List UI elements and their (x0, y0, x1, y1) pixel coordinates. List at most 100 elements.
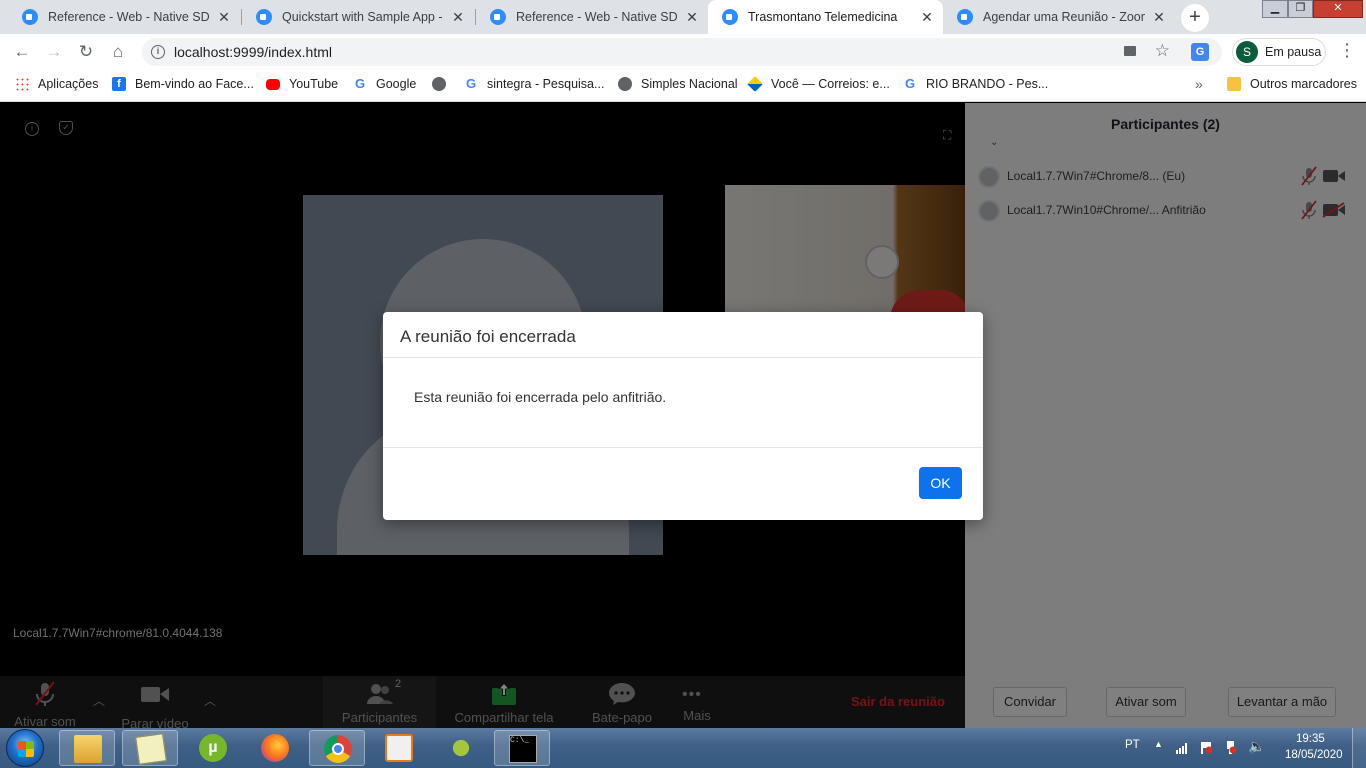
zoom-favicon-icon (722, 9, 738, 25)
android-studio-icon (447, 734, 475, 762)
bookmark-label: Google (376, 77, 417, 91)
tab-title: Reference - Web - Native SDKs (48, 10, 210, 24)
language-indicator[interactable]: PT (1125, 739, 1140, 751)
tab-reference-web-2[interactable]: Reference - Web - Native SDKs ✕ (476, 0, 708, 34)
volume-icon[interactable]: 🔈 (1248, 738, 1265, 755)
zoom-favicon-icon (22, 9, 38, 25)
new-tab-button[interactable]: + (1181, 4, 1209, 32)
bookmark-label: Simples Nacional (641, 77, 738, 91)
tab-reference-web-1[interactable]: Reference - Web - Native SDKs ✕ (8, 0, 240, 34)
bookmark-label: YouTube (289, 77, 339, 91)
address-bar[interactable]: i localhost:9999/index.html ☆ (142, 38, 1222, 66)
close-icon[interactable]: ✕ (1151, 9, 1167, 26)
bookmark-rio-brando[interactable]: G RIO BRANDO - Pes... (903, 77, 1048, 91)
browser-toolbar: ← → ↻ ⌂ i localhost:9999/index.html ☆ G … (0, 34, 1366, 70)
bookmark-facebook[interactable]: f Bem-vindo ao Face... (112, 77, 254, 91)
tab-title: Quickstart with Sample App - G (282, 10, 444, 24)
taskbar-notepad[interactable] (122, 730, 178, 766)
correios-icon (747, 76, 763, 92)
taskbar-cmd[interactable]: C:\_ (494, 730, 550, 766)
close-icon[interactable]: ✕ (684, 9, 700, 26)
taskbar-media-player[interactable] (371, 730, 427, 766)
close-icon[interactable]: ✕ (919, 9, 935, 26)
browser-tab-strip: Reference - Web - Native SDKs ✕ Quicksta… (0, 0, 1366, 34)
command-prompt-icon: C:\_ (509, 735, 537, 763)
windows-taskbar: µ C:\_ PT ▲ 🔈 19:35 18/05/2020 (0, 728, 1366, 768)
bookmark-google[interactable]: G Google (353, 77, 416, 91)
clock-date[interactable]: 18/05/2020 (1285, 749, 1343, 761)
action-center-flag-icon[interactable] (1200, 741, 1213, 754)
bookmarks-bar: Aplicações f Bem-vindo ao Face... YouTub… (0, 70, 1366, 102)
google-icon: G (353, 76, 367, 91)
taskbar-android-studio[interactable] (433, 730, 489, 766)
media-player-icon (385, 734, 413, 762)
camera-in-use-icon[interactable] (1124, 46, 1136, 56)
zoom-favicon-icon (256, 9, 272, 25)
bookmark-sintegra[interactable]: G sintegra - Pesquisa... (464, 77, 604, 91)
taskbar-chrome[interactable] (309, 730, 365, 766)
bookmark-label: Você — Correios: e... (771, 77, 890, 91)
bookmark-youtube[interactable]: YouTube (266, 77, 338, 91)
browser-menu-icon[interactable]: ⋮ (1338, 40, 1356, 61)
clock-time[interactable]: 19:35 (1296, 733, 1325, 745)
bookmark-correios[interactable]: Você — Correios: e... (747, 76, 890, 92)
tab-quickstart[interactable]: Quickstart with Sample App - G ✕ (242, 0, 474, 34)
facebook-icon: f (112, 77, 126, 91)
utorrent-icon: µ (199, 734, 227, 762)
notepad-icon (135, 733, 167, 765)
tab-title: Reference - Web - Native SDKs (516, 10, 678, 24)
tab-agendar-reuniao[interactable]: Agendar uma Reunião - Zoom ✕ (943, 0, 1175, 34)
maximize-window-button[interactable]: ❐ (1288, 0, 1313, 18)
taskbar-utorrent[interactable]: µ (185, 730, 241, 766)
start-button[interactable] (6, 729, 44, 767)
avatar: S (1236, 41, 1258, 63)
bookmark-label: Aplicações (38, 77, 99, 91)
tab-title: Trasmontano Telemedicina (748, 10, 898, 24)
bookmark-label: Outros marcadores (1250, 77, 1357, 91)
youtube-icon (266, 78, 280, 90)
show-desktop-button[interactable] (1352, 728, 1366, 768)
site-info-icon[interactable]: i (151, 45, 165, 59)
taskbar-firefox[interactable] (247, 730, 303, 766)
bookmark-simples-nacional[interactable]: Simples Nacional (618, 77, 738, 91)
minimize-window-button[interactable]: ▁ (1262, 0, 1288, 18)
apps-grid-icon (15, 77, 29, 91)
globe-icon (618, 77, 632, 91)
profile-status-label: Em pausa (1265, 45, 1322, 59)
windows-logo-icon (18, 741, 34, 757)
dialog-divider (383, 357, 983, 358)
translate-icon[interactable]: G (1191, 43, 1209, 61)
zoom-favicon-icon (490, 9, 506, 25)
usb-device-icon[interactable] (1224, 741, 1237, 754)
bookmark-other[interactable]: Outros marcadores (1227, 77, 1357, 91)
dialog-divider (383, 447, 983, 448)
zoom-favicon-icon (957, 9, 973, 25)
bookmark-globe[interactable] (432, 77, 455, 91)
meeting-ended-dialog: A reunião foi encerrada Esta reunião foi… (383, 312, 983, 520)
forward-arrow-icon[interactable]: → (42, 40, 66, 64)
folder-icon (1227, 77, 1241, 91)
close-icon[interactable]: ✕ (450, 9, 466, 26)
google-icon: G (464, 76, 478, 91)
close-icon[interactable]: ✕ (216, 9, 232, 26)
url-text[interactable]: localhost:9999/index.html (174, 44, 332, 60)
tab-title: Agendar uma Reunião - Zoom (983, 10, 1145, 24)
bookmark-star-icon[interactable]: ☆ (1155, 41, 1170, 61)
reload-icon[interactable]: ↻ (74, 40, 98, 64)
tab-trasmontano[interactable]: Trasmontano Telemedicina ✕ (708, 0, 943, 34)
dialog-message: Esta reunião foi encerrada pelo anfitriã… (414, 389, 667, 405)
taskbar-explorer[interactable] (59, 730, 115, 766)
more-bookmarks-icon[interactable]: » (1195, 76, 1203, 92)
close-window-button[interactable]: ✕ (1313, 0, 1363, 18)
globe-icon (432, 77, 446, 91)
show-hidden-icons-icon[interactable]: ▲ (1154, 739, 1163, 749)
home-icon[interactable]: ⌂ (106, 40, 130, 64)
bookmark-label: RIO BRANDO - Pes... (926, 77, 1049, 91)
network-signal-icon[interactable] (1176, 741, 1189, 754)
profile-button[interactable]: S Em pausa (1232, 38, 1326, 66)
chrome-icon (324, 735, 352, 763)
back-arrow-icon[interactable]: ← (10, 40, 34, 64)
ok-button[interactable]: OK (919, 467, 962, 499)
file-explorer-icon (74, 735, 102, 763)
bookmark-aplicacoes[interactable]: Aplicações (15, 77, 98, 91)
